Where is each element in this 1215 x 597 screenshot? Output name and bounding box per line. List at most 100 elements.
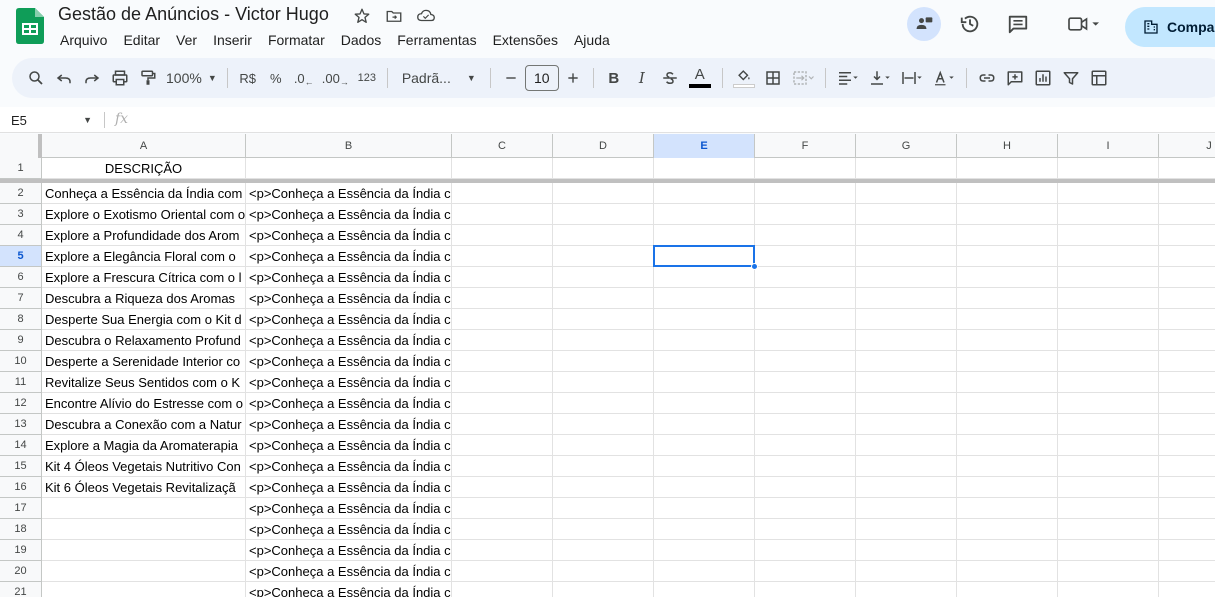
row-header-18[interactable]: 18 <box>0 519 42 540</box>
cell-h6[interactable] <box>957 267 1058 288</box>
cell-c10[interactable] <box>452 351 553 372</box>
cell-h19[interactable] <box>957 540 1058 561</box>
row-header-16[interactable]: 16 <box>0 477 42 498</box>
cell-h1[interactable] <box>957 158 1058 179</box>
cell-c8[interactable] <box>452 309 553 330</box>
cell-j7[interactable] <box>1159 288 1215 309</box>
cell-f6[interactable] <box>755 267 856 288</box>
share-button[interactable]: Compa <box>1125 7 1215 47</box>
cell-i13[interactable] <box>1058 414 1159 435</box>
cell-h3[interactable] <box>957 204 1058 225</box>
cell-b16[interactable]: <p>Conheça a Essência da Índia c <box>246 477 452 498</box>
cell-f3[interactable] <box>755 204 856 225</box>
cell-f16[interactable] <box>755 477 856 498</box>
cell-j15[interactable] <box>1159 456 1215 477</box>
cell-i4[interactable] <box>1058 225 1159 246</box>
cell-g19[interactable] <box>856 540 957 561</box>
cell-c3[interactable] <box>452 204 553 225</box>
cell-i12[interactable] <box>1058 393 1159 414</box>
formula-input[interactable] <box>140 107 1215 133</box>
row-header-13[interactable]: 13 <box>0 414 42 435</box>
cell-c17[interactable] <box>452 498 553 519</box>
menu-ajuda[interactable]: Ajuda <box>566 30 618 50</box>
row-header-9[interactable]: 9 <box>0 330 42 351</box>
cell-c18[interactable] <box>452 519 553 540</box>
cell-j19[interactable] <box>1159 540 1215 561</box>
cell-d9[interactable] <box>553 330 654 351</box>
row-header-10[interactable]: 10 <box>0 351 42 372</box>
cell-b12[interactable]: <p>Conheça a Essência da Índia c <box>246 393 452 414</box>
cell-e10[interactable] <box>654 351 755 372</box>
borders-icon[interactable] <box>759 64 787 92</box>
cell-e17[interactable] <box>654 498 755 519</box>
cell-b19[interactable]: <p>Conheça a Essência da Índia c <box>246 540 452 561</box>
cell-f18[interactable] <box>755 519 856 540</box>
cell-j1[interactable] <box>1159 158 1215 179</box>
cell-a19[interactable] <box>42 540 246 561</box>
cell-h10[interactable] <box>957 351 1058 372</box>
cell-f12[interactable] <box>755 393 856 414</box>
cell-h16[interactable] <box>957 477 1058 498</box>
cell-e6[interactable] <box>654 267 755 288</box>
cell-g12[interactable] <box>856 393 957 414</box>
cell-j17[interactable] <box>1159 498 1215 519</box>
cell-f14[interactable] <box>755 435 856 456</box>
meet-video-icon[interactable] <box>1059 7 1109 41</box>
cell-e9[interactable] <box>654 330 755 351</box>
paint-format-icon[interactable] <box>134 64 162 92</box>
cell-h20[interactable] <box>957 561 1058 582</box>
cell-g15[interactable] <box>856 456 957 477</box>
cell-e19[interactable] <box>654 540 755 561</box>
cell-c16[interactable] <box>452 477 553 498</box>
cell-g9[interactable] <box>856 330 957 351</box>
cell-h2[interactable] <box>957 183 1058 204</box>
fill-handle[interactable] <box>751 263 758 270</box>
cell-d17[interactable] <box>553 498 654 519</box>
cell-j3[interactable] <box>1159 204 1215 225</box>
cell-d18[interactable] <box>553 519 654 540</box>
bold-icon[interactable]: B <box>600 64 628 92</box>
zoom-select[interactable]: 100% ▼ <box>162 64 221 92</box>
row-header-7[interactable]: 7 <box>0 288 42 309</box>
fill-color-icon[interactable] <box>729 64 759 92</box>
increase-decimal-button[interactable]: .00 → <box>318 64 353 92</box>
cell-g3[interactable] <box>856 204 957 225</box>
active-cell-outline[interactable] <box>653 245 755 267</box>
cell-b21[interactable]: <p>Conheça a Essência da Índia c <box>246 582 452 597</box>
cell-e11[interactable] <box>654 372 755 393</box>
cell-i6[interactable] <box>1058 267 1159 288</box>
cell-a14[interactable]: Explore a Magia da Aromaterapia <box>42 435 246 456</box>
cell-b20[interactable]: <p>Conheça a Essência da Índia c <box>246 561 452 582</box>
cell-b10[interactable]: <p>Conheça a Essência da Índia c <box>246 351 452 372</box>
cell-c12[interactable] <box>452 393 553 414</box>
cell-c19[interactable] <box>452 540 553 561</box>
version-history-icon[interactable] <box>953 7 987 41</box>
cell-g1[interactable] <box>856 158 957 179</box>
cell-i2[interactable] <box>1058 183 1159 204</box>
cell-d6[interactable] <box>553 267 654 288</box>
cell-a9[interactable]: Descubra o Relaxamento Profund <box>42 330 246 351</box>
cell-d16[interactable] <box>553 477 654 498</box>
cell-f7[interactable] <box>755 288 856 309</box>
cell-d2[interactable] <box>553 183 654 204</box>
cell-f1[interactable] <box>755 158 856 179</box>
cell-e13[interactable] <box>654 414 755 435</box>
cell-d5[interactable] <box>553 246 654 267</box>
cell-g7[interactable] <box>856 288 957 309</box>
cell-e16[interactable] <box>654 477 755 498</box>
cell-g16[interactable] <box>856 477 957 498</box>
cell-a21[interactable] <box>42 582 246 597</box>
row-header-14[interactable]: 14 <box>0 435 42 456</box>
cell-f10[interactable] <box>755 351 856 372</box>
cell-b18[interactable]: <p>Conheça a Essência da Índia c <box>246 519 452 540</box>
text-rotation-icon[interactable] <box>928 64 960 92</box>
cell-b3[interactable]: <p>Conheça a Essência da Índia c <box>246 204 452 225</box>
cell-d14[interactable] <box>553 435 654 456</box>
cell-f11[interactable] <box>755 372 856 393</box>
cell-i15[interactable] <box>1058 456 1159 477</box>
cell-d13[interactable] <box>553 414 654 435</box>
cell-c7[interactable] <box>452 288 553 309</box>
cell-j9[interactable] <box>1159 330 1215 351</box>
insert-chart-icon[interactable] <box>1029 64 1057 92</box>
menu-ver[interactable]: Ver <box>168 30 205 50</box>
